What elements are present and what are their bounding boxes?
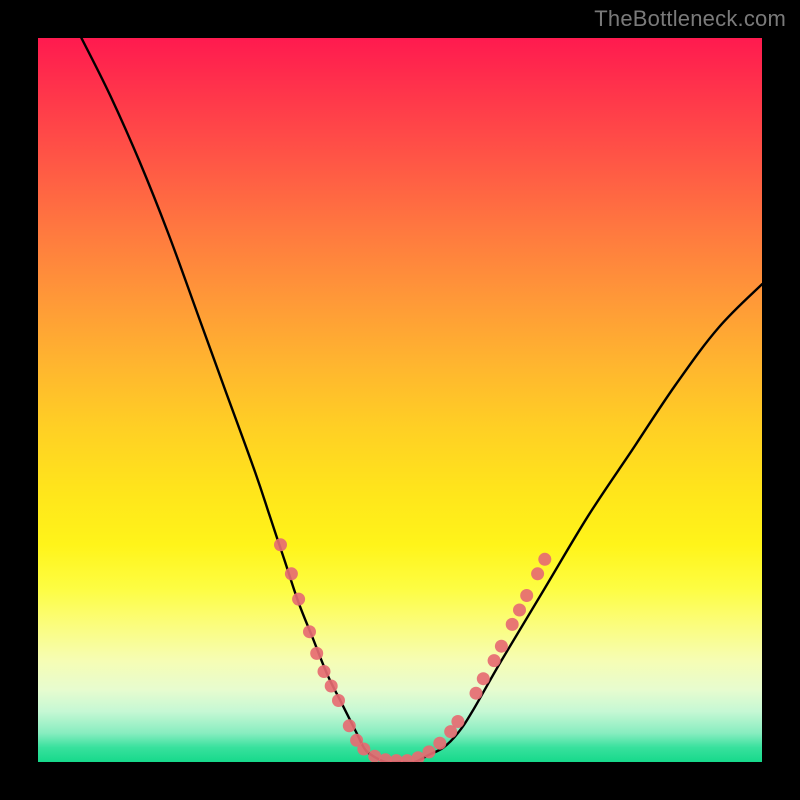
curve-marker	[531, 567, 544, 580]
curve-marker	[325, 680, 338, 693]
curve-marker	[357, 743, 370, 756]
curve-marker	[495, 640, 508, 653]
curve-marker	[477, 672, 490, 685]
bottleneck-curve	[81, 38, 762, 762]
curve-marker	[318, 665, 331, 678]
curve-marker	[470, 687, 483, 700]
curve-markers	[274, 538, 551, 762]
curve-marker	[292, 593, 305, 606]
curve-marker	[488, 654, 501, 667]
curve-marker	[451, 715, 464, 728]
watermark-text: TheBottleneck.com	[594, 6, 786, 32]
curve-marker	[538, 553, 551, 566]
curve-marker	[423, 745, 436, 758]
curve-marker	[332, 694, 345, 707]
curve-marker	[285, 567, 298, 580]
curve-marker	[506, 618, 519, 631]
chart-svg	[38, 38, 762, 762]
curve-marker	[343, 719, 356, 732]
curve-marker	[274, 538, 287, 551]
curve-marker	[433, 737, 446, 750]
curve-marker	[303, 625, 316, 638]
curve-marker	[520, 589, 533, 602]
curve-marker	[513, 604, 526, 617]
plot-area	[38, 38, 762, 762]
curve-marker	[310, 647, 323, 660]
chart-frame: TheBottleneck.com	[0, 0, 800, 800]
